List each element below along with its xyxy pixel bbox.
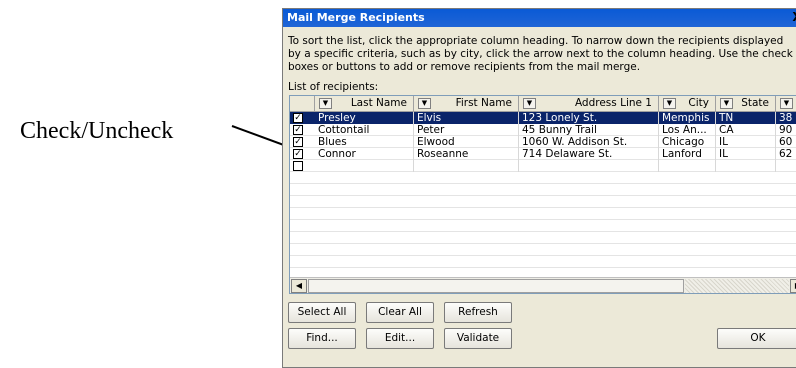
edit-button[interactable]: Edit... [366,328,434,349]
table-cell: Presley [315,112,414,124]
table-cell: Roseanne [414,148,519,160]
header-first-name[interactable]: ▼ First Name [414,96,519,112]
horizontal-scrollbar[interactable]: ◀ ▶ [290,277,796,293]
find-button[interactable]: Find... [288,328,356,349]
grid-line [290,232,796,244]
table-cell: 714 Delaware St. [519,148,659,160]
close-icon[interactable]: X [789,10,796,25]
header-zip[interactable]: ▼ [776,96,796,112]
table-cell: Connor [315,148,414,160]
list-of-recipients-label: List of recipients: [288,81,379,93]
grid-line [290,244,796,256]
checkbox-checked[interactable]: ✓ [293,149,303,159]
checkbox-checked[interactable]: ✓ [293,113,303,123]
table-cell [716,160,776,172]
grid-line [290,256,796,268]
table-cell [659,160,716,172]
table-cell: Elwood [414,136,519,148]
table-cell: Chicago [659,136,716,148]
table-cell [414,160,519,172]
checkbox-checked[interactable]: ✓ [293,137,303,147]
recipients-list[interactable]: ▼ Last Name ▼ First Name ▼ Address Line … [289,95,796,294]
scrollbar-track[interactable] [685,279,789,293]
header-last-name[interactable]: ▼ Last Name [315,96,414,112]
table-cell: IL [716,148,776,160]
table-cell: 45 Bunny Trail [519,124,659,136]
table-cell [519,160,659,172]
validate-button[interactable]: Validate [444,328,512,349]
table-cell [776,160,796,172]
dialog-title: Mail Merge Recipients [283,9,796,27]
table-cell: Memphis [659,112,716,124]
table-cell: Blues [315,136,414,148]
grid-line [290,184,796,196]
table-cell: CA [716,124,776,136]
dropdown-arrow-icon[interactable]: ▼ [720,98,733,109]
table-cell: 38 [776,112,796,124]
checkbox-unchecked[interactable] [293,161,303,171]
table-cell: Elvis [414,112,519,124]
table-cell: 1060 W. Addison St. [519,136,659,148]
table-cell: Cottontail [315,124,414,136]
mail-merge-recipients-dialog: Mail Merge Recipients X To sort the list… [282,8,796,368]
table-cell: Los An... [659,124,716,136]
scrollbar-thumb[interactable] [308,279,684,293]
select-all-button[interactable]: Select All [288,302,356,323]
header-city[interactable]: ▼ City [659,96,716,112]
table-row[interactable]: ✓ Blues Elwood 1060 W. Addison St. Chicago IL… [290,136,796,148]
table-cell: 123 Lonely St. [519,112,659,124]
header-state[interactable]: ▼ State [716,96,776,112]
dropdown-arrow-icon[interactable]: ▼ [780,98,793,109]
table-row[interactable]: ✓ Presley Elvis 123 Lonely St. Memphis TN 38 [290,112,796,124]
table-cell: Lanford [659,148,716,160]
dropdown-arrow-icon[interactable]: ▼ [663,98,676,109]
grid-line [290,208,796,220]
table-row[interactable]: ✓ Connor Roseanne 714 Delaware St. Lanford IL… [290,148,796,160]
header-checkbox-column [290,96,315,112]
table-cell: TN [716,112,776,124]
refresh-button[interactable]: Refresh [444,302,512,323]
dropdown-arrow-icon[interactable]: ▼ [523,98,536,109]
scroll-right-icon[interactable]: ▶ [790,279,796,293]
checkbox-checked[interactable]: ✓ [293,125,303,135]
scroll-left-icon[interactable]: ◀ [291,279,307,293]
dropdown-arrow-icon[interactable]: ▼ [319,98,332,109]
table-cell [315,160,414,172]
table-row[interactable] [290,160,796,172]
table-row[interactable]: ✓ Cottontail Peter 45 Bunny Trail Los An... C… [290,124,796,136]
grid-line [290,172,796,184]
grid-line [290,220,796,232]
clear-all-button[interactable]: Clear All [366,302,434,323]
table-cell: 60 [776,136,796,148]
table-cell: 90 [776,124,796,136]
annotation-label: Check/Uncheck [20,118,174,144]
dropdown-arrow-icon[interactable]: ▼ [418,98,431,109]
ok-button[interactable]: OK [717,328,796,349]
instructions-text: To sort the list, click the appropriate … [288,35,793,73]
grid-line [290,196,796,208]
table-cell: IL [716,136,776,148]
header-address-line-1[interactable]: ▼ Address Line 1 [519,96,659,112]
table-cell: 62 [776,148,796,160]
table-cell: Peter [414,124,519,136]
